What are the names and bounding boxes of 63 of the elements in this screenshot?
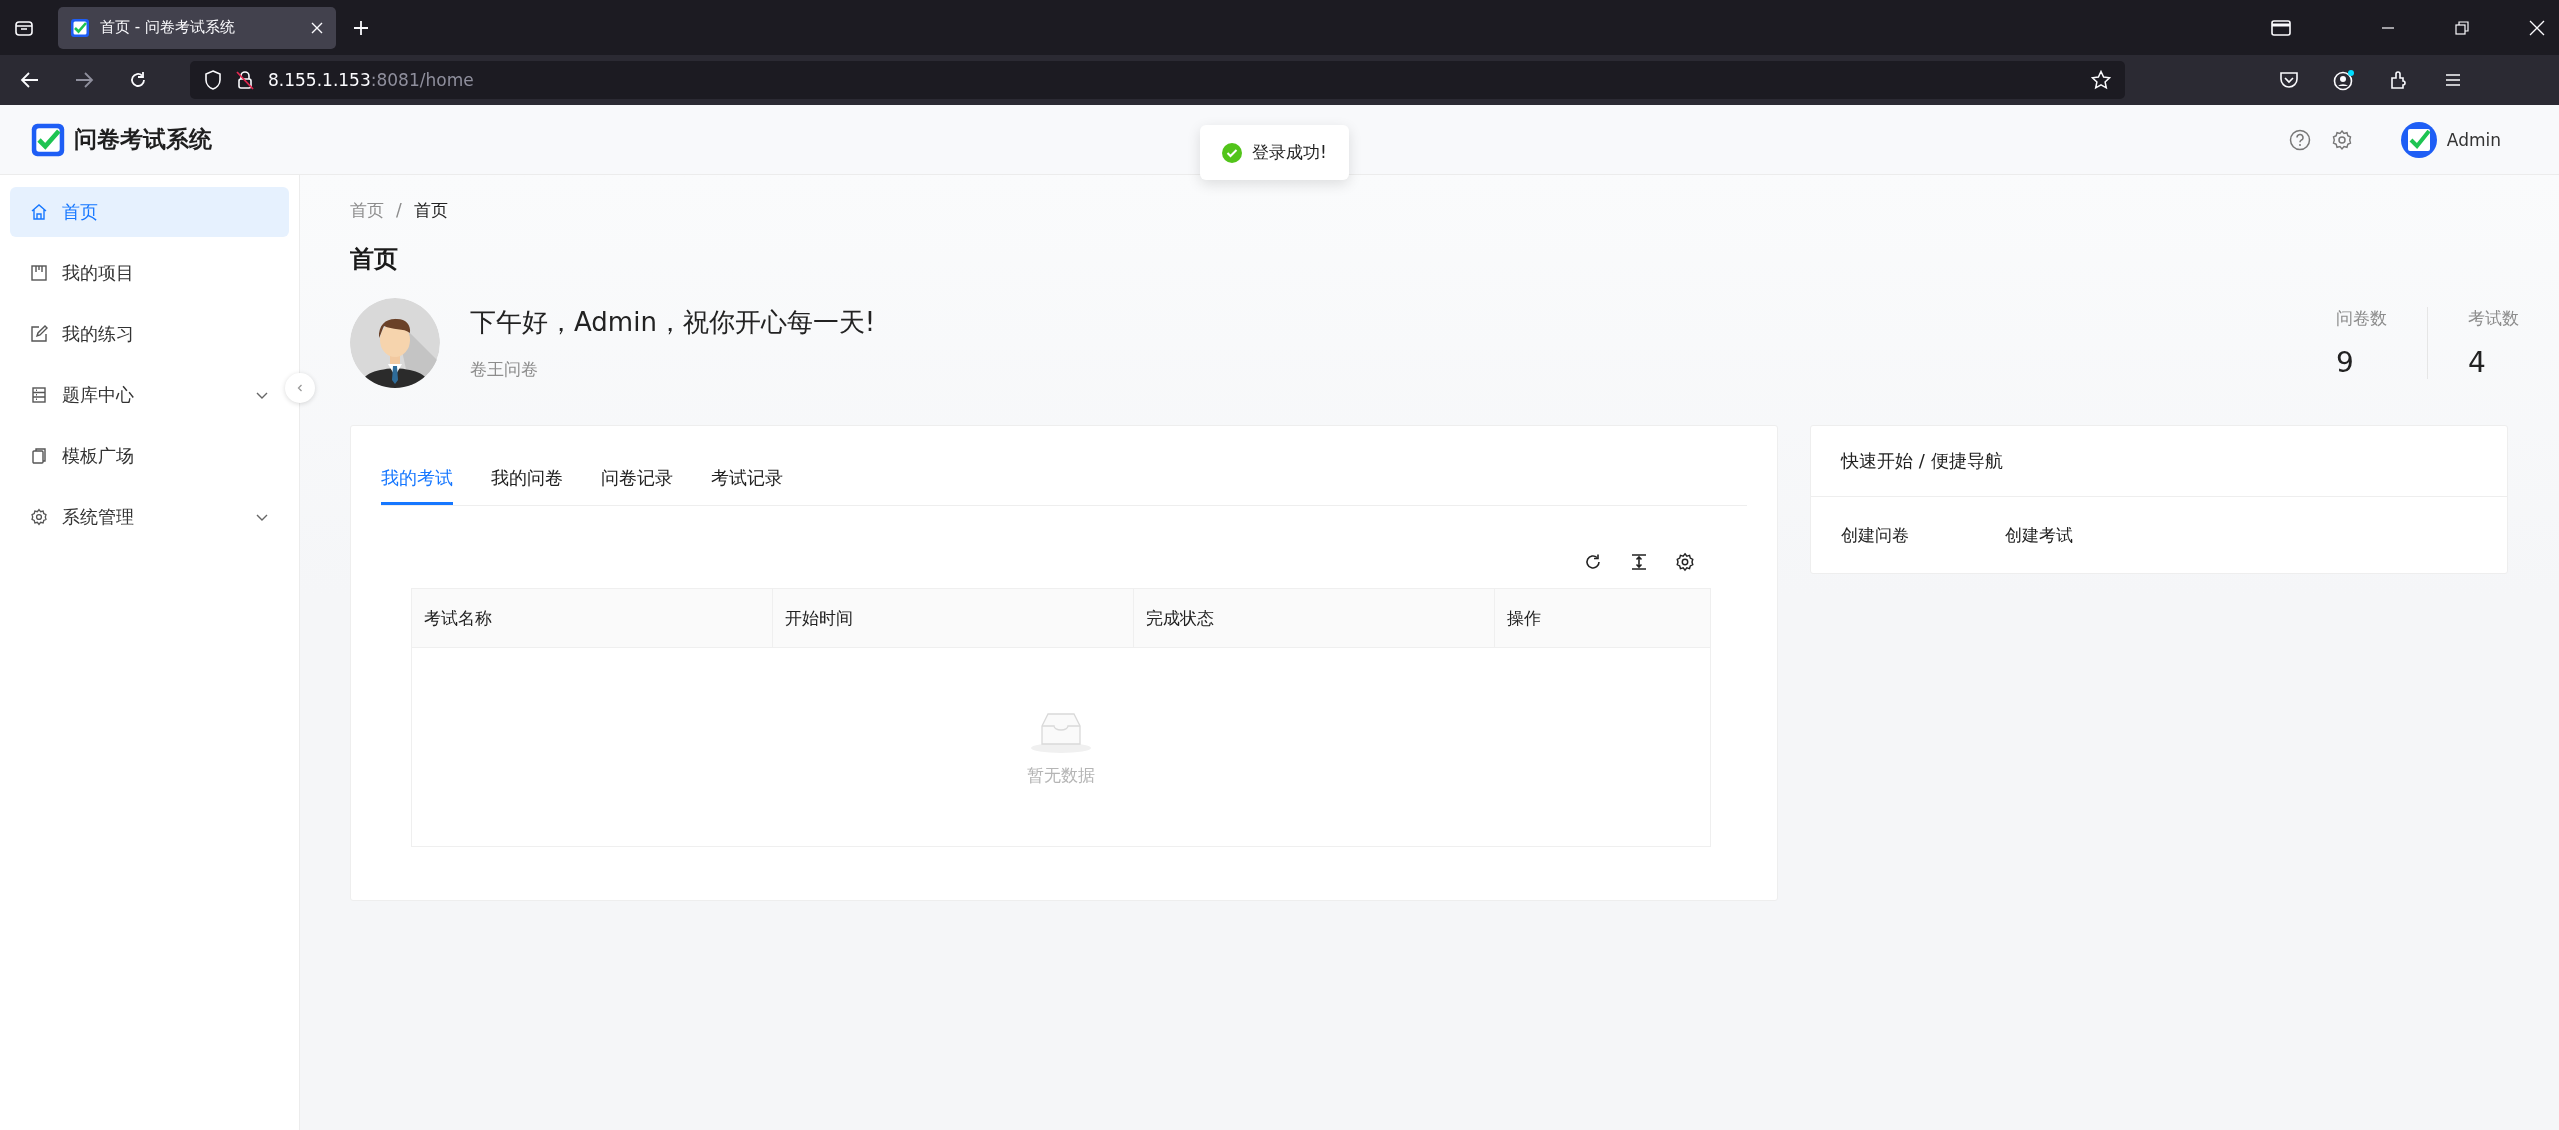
- settings-icon[interactable]: [1675, 552, 1695, 572]
- tab-title: 首页 - 问卷考试系统: [100, 18, 236, 37]
- subtitle-text: 卷王问卷: [470, 358, 539, 381]
- tab[interactable]: 我的考试: [381, 466, 453, 505]
- checkbox-logo-icon: [30, 121, 66, 158]
- breadcrumb-separator: /: [396, 200, 402, 220]
- shield-icon[interactable]: [204, 70, 222, 90]
- greeting-text: 下午好，Admin，祝你开心每一天!: [470, 306, 876, 339]
- tab[interactable]: 我的问卷: [491, 466, 563, 505]
- window-icon[interactable]: [2271, 19, 2291, 36]
- breadcrumb-item: 首页: [413, 198, 448, 222]
- home-icon: [30, 203, 48, 221]
- forward-icon[interactable]: [74, 70, 94, 90]
- column-header: 考试名称: [412, 589, 773, 647]
- back-icon[interactable]: [20, 70, 40, 90]
- sidebar-item[interactable]: 我的练习: [10, 309, 289, 359]
- new-tab-icon[interactable]: [352, 18, 370, 37]
- reload-icon[interactable]: [128, 70, 148, 90]
- quick-link[interactable]: 创建问卷: [1841, 523, 1909, 547]
- board-icon: [30, 264, 48, 282]
- avatar-icon[interactable]: [2400, 121, 2437, 158]
- stat-label: 问卷数: [2336, 307, 2387, 330]
- restore-icon[interactable]: [2455, 20, 2469, 35]
- empty-text: 暂无数据: [1027, 763, 1095, 787]
- sidebar-item[interactable]: 我的项目: [10, 248, 289, 298]
- sidebar-item[interactable]: 模板广场: [10, 431, 289, 481]
- sidebar-item[interactable]: 首页: [10, 187, 289, 237]
- url-text: 8.155.1.153:8081/home: [268, 70, 474, 90]
- help-icon[interactable]: [2288, 128, 2311, 151]
- row-height-icon[interactable]: [1629, 552, 1649, 572]
- extensions-icon[interactable]: [2389, 70, 2409, 90]
- sidebar-item[interactable]: 题库中心: [10, 370, 289, 420]
- copy-icon: [30, 447, 48, 465]
- close-icon[interactable]: [2529, 19, 2545, 36]
- quick-link[interactable]: 创建考试: [2005, 523, 2073, 547]
- edit-icon: [30, 325, 48, 343]
- account-icon[interactable]: [2333, 69, 2355, 91]
- close-icon[interactable]: [310, 20, 324, 35]
- star-icon[interactable]: [2091, 70, 2111, 90]
- column-header: 操作: [1506, 606, 1542, 630]
- app-title: 问卷考试系统: [74, 125, 212, 154]
- stat-value: 4: [2468, 346, 2487, 379]
- user-name[interactable]: Admin: [2446, 129, 2501, 150]
- refresh-icon[interactable]: [1583, 552, 1603, 572]
- chevron-left-icon: [295, 383, 305, 393]
- list-icon: [30, 386, 48, 404]
- tab[interactable]: 考试记录: [711, 466, 783, 505]
- tab[interactable]: 问卷记录: [601, 466, 673, 505]
- address-bar[interactable]: 8.155.1.153:8081/home: [190, 61, 2125, 99]
- page-title: 首页: [350, 244, 399, 275]
- stat-label: 考试数: [2468, 307, 2519, 330]
- insecure-lock-icon[interactable]: [236, 70, 254, 90]
- settings-icon: [30, 508, 48, 526]
- checkbox-logo-icon: [70, 17, 90, 38]
- card-title: 快速开始 / 便捷导航: [1811, 426, 2507, 497]
- toast-message: 登录成功!: [1252, 141, 1327, 164]
- sidebar-item[interactable]: 系统管理: [10, 492, 289, 542]
- column-header: 完成状态: [1134, 589, 1495, 647]
- check-circle-icon: [1222, 142, 1242, 163]
- browser-tab[interactable]: 首页 - 问卷考试系统: [58, 6, 336, 49]
- pocket-icon[interactable]: [2279, 70, 2299, 90]
- column-header: 开始时间: [773, 589, 1134, 647]
- stat-value: 9: [2336, 346, 2355, 379]
